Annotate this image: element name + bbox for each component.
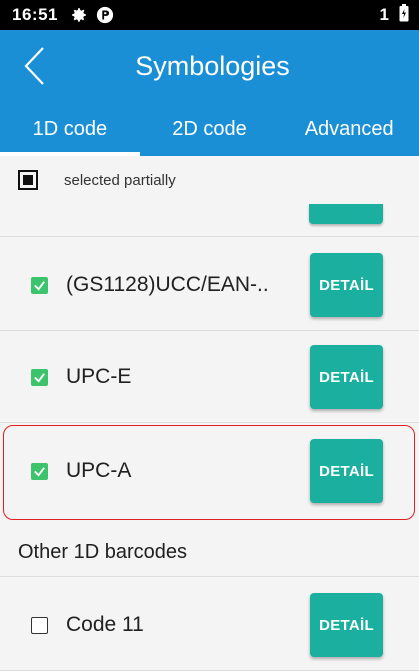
checkbox-checked[interactable] [31, 276, 48, 294]
app-bar: Symbologies [0, 30, 419, 102]
list-item: Code 11 DETAİL [0, 579, 419, 671]
legend-label: selected partially [64, 171, 176, 189]
symbology-label: UPC-E [66, 365, 132, 388]
chevron-left-icon [24, 47, 44, 85]
section-header: Other 1D barcodes [18, 540, 187, 563]
battery-icon [399, 3, 409, 27]
symbology-label: (GS1128)UCC/EAN-.. [66, 273, 269, 296]
app-indicator-icon [96, 6, 114, 24]
back-button[interactable] [14, 42, 54, 90]
list-item: UPC-A DETAİL [0, 425, 419, 517]
divider [0, 576, 419, 577]
symbology-label: Code 11 [66, 613, 144, 636]
divider [0, 236, 419, 237]
checkbox-checked[interactable] [31, 462, 48, 480]
status-bar: 16:51 1 [0, 0, 419, 30]
tab-advanced[interactable]: Advanced [279, 102, 419, 156]
tab-2d-code[interactable]: 2D code [140, 102, 280, 156]
checkbox-unchecked[interactable] [31, 616, 48, 634]
check-icon [34, 466, 45, 477]
checkbox-checked[interactable] [31, 368, 48, 386]
sim-number: 1 [379, 5, 389, 24]
list-item: UPC-E DETAİL [0, 331, 419, 423]
detail-button-partial[interactable] [309, 204, 383, 224]
list-item: (GS1128)UCC/EAN-.. DETAİL [0, 239, 419, 331]
partial-checkbox-icon [18, 170, 38, 190]
divider [0, 422, 419, 423]
check-icon [34, 280, 45, 291]
check-icon [34, 372, 45, 383]
status-time: 16:51 [12, 5, 58, 24]
detail-button[interactable]: DETAİL [310, 345, 383, 409]
detail-button[interactable]: DETAİL [310, 439, 383, 503]
detail-button[interactable]: DETAİL [310, 253, 383, 317]
partial-selection-legend: selected partially [0, 156, 419, 204]
detail-button[interactable]: DETAİL [310, 593, 383, 657]
symbology-label: UPC-A [66, 459, 132, 482]
page-title: Symbologies [135, 50, 290, 81]
gear-icon [70, 6, 88, 24]
tab-bar: 1D code 2D code Advanced [0, 102, 419, 156]
tab-1d-code[interactable]: 1D code [0, 102, 140, 156]
